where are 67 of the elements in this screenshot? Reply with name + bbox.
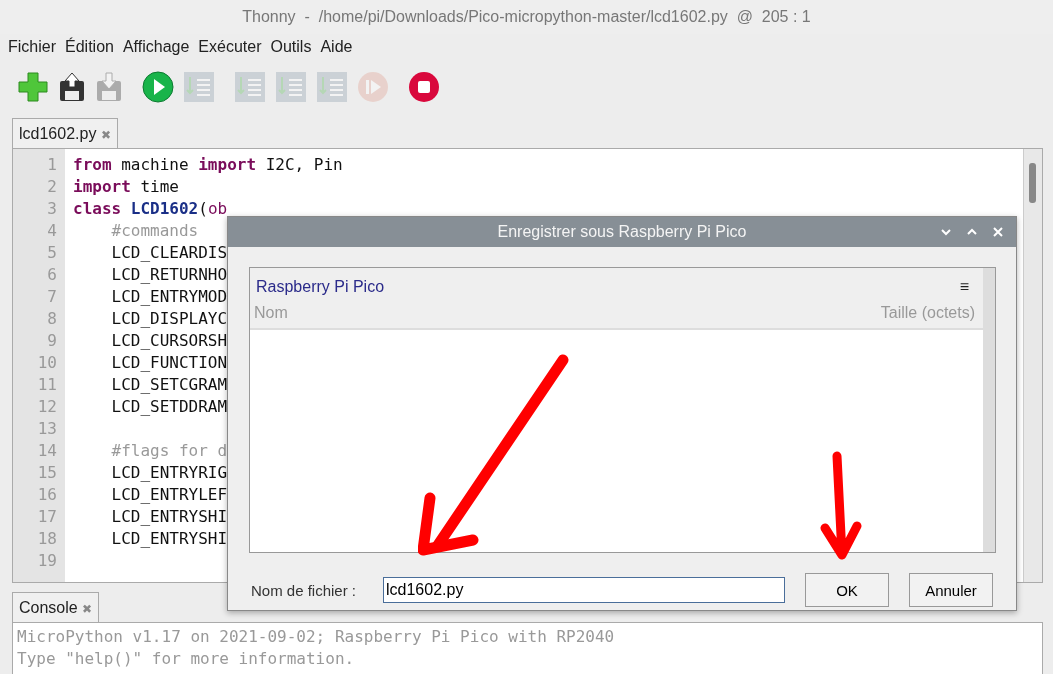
scrollbar[interactable] <box>983 268 995 552</box>
file-list[interactable]: Raspberry Pi Pico ≡ Nom Taille (octets) <box>249 267 996 553</box>
close-icon[interactable] <box>992 226 1004 238</box>
line-number: 18 <box>36 528 57 550</box>
scrollbar[interactable] <box>1023 149 1042 582</box>
code-line: from machine import I2C, Pin <box>73 155 343 174</box>
line-number: 16 <box>36 484 57 506</box>
menu-item[interactable]: Édition <box>65 38 114 56</box>
line-number: 15 <box>36 462 57 484</box>
resume-icon <box>357 71 389 103</box>
menu-item[interactable]: Exécuter <box>198 38 262 56</box>
line-number: 14 <box>36 440 57 462</box>
code-line: LCD_SETCGRAM <box>110 375 228 394</box>
code-line: LCD_ENTRYSHI <box>110 507 228 526</box>
console-tab[interactable]: Console ✖ <box>12 592 100 622</box>
line-number: 12 <box>36 396 57 418</box>
code-line: LCD_FUNCTION <box>110 353 228 372</box>
menu-icon[interactable]: ≡ <box>959 278 969 296</box>
line-number: 11 <box>36 374 57 396</box>
line-number: 5 <box>46 242 57 264</box>
code-line: LCD_ENTRYSHI <box>110 529 228 548</box>
filename-field[interactable]: lcd1602.py <box>383 577 785 603</box>
dialog-title: Enregistrer sous Raspberry Pi Pico <box>497 223 747 241</box>
console-line: MicroPython v1.17 on 2021-09-02; Raspberry Pi Pico with RP2040 <box>17 626 616 648</box>
menu-item[interactable]: Aide <box>320 38 353 56</box>
line-number: 2 <box>46 176 57 198</box>
filename-label: Nom de fichier : <box>250 581 358 599</box>
run-toolbar-button[interactable] <box>139 71 177 103</box>
line-number: 6 <box>46 264 57 286</box>
minimize-icon[interactable] <box>940 226 952 238</box>
play-icon <box>142 71 174 103</box>
line-number: 3 <box>46 198 57 220</box>
floppy-upload-icon <box>58 71 86 103</box>
line-number: 13 <box>36 418 57 440</box>
ok-button[interactable]: OK <box>805 573 889 607</box>
scrollbar-thumb[interactable] <box>1029 163 1036 203</box>
menu-item[interactable]: Fichier <box>8 38 56 56</box>
code-line: LCD_SETDDRAM <box>110 397 228 416</box>
code-line: LCD_ENTRYMOD <box>110 287 228 306</box>
code-line: #flags for d <box>110 441 228 460</box>
file-tab[interactable]: lcd1602.py ✖ <box>12 118 118 148</box>
code-line: #commands <box>110 221 199 240</box>
menu-item[interactable]: Affichage <box>122 38 190 56</box>
line-number: 9 <box>46 330 57 352</box>
code-line: LCD_CLEARDIS <box>110 243 228 262</box>
code-line: LCD_ENTRYLEF <box>110 485 228 504</box>
code-line: LCD_RETURNHO <box>110 265 228 284</box>
cancel-button[interactable]: Annuler <box>909 573 993 607</box>
code-line: LCD_ENTRYRIG <box>110 463 228 482</box>
line-number: 17 <box>36 506 57 528</box>
code-line: import time <box>73 177 179 196</box>
menu-item[interactable]: Outils <box>270 38 312 56</box>
stop-icon <box>408 71 440 103</box>
floppy-download-icon <box>95 71 123 103</box>
line-number: 7 <box>46 286 57 308</box>
code-line: class LCD1602(ob <box>73 199 228 218</box>
line-number: 4 <box>46 220 57 242</box>
location-label: Raspberry Pi Pico <box>256 278 385 296</box>
line-number: 19 <box>36 550 57 572</box>
code-line: LCD_CURSORSH <box>110 331 228 350</box>
plus-icon <box>17 71 49 103</box>
line-number: 8 <box>46 308 57 330</box>
code-line: LCD_DISPLAYC <box>110 309 228 328</box>
console-line: Type "help()" for more information. <box>17 648 356 670</box>
line-number: 10 <box>36 352 57 374</box>
line-number: 1 <box>46 154 57 176</box>
window-title: Thonny - /home/pi/Downloads/Pico-micropython-master/lcd1602.py @ 205 : 1 <box>242 8 811 26</box>
